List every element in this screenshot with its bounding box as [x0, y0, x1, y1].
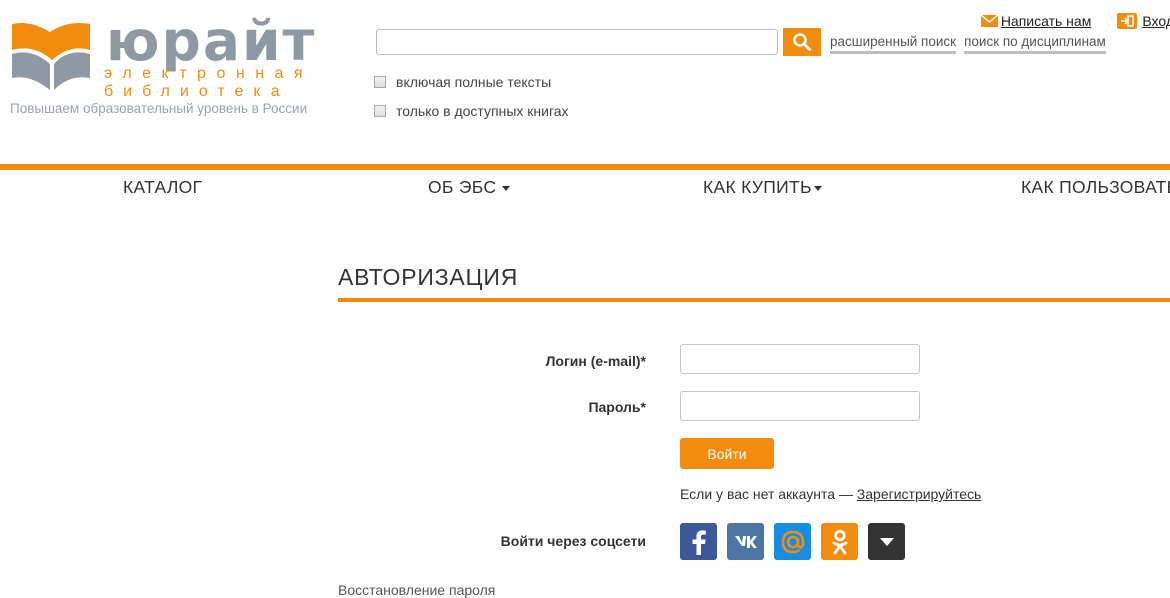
title-divider [338, 298, 1170, 302]
logo-tagline: Повышаем образовательный уровень в Росси… [10, 101, 308, 116]
odnoklassniki-button[interactable] [821, 523, 858, 560]
header-actions: Написать нам Вход [980, 13, 1170, 29]
nav-divider [0, 164, 1170, 170]
nav-item-label: КАК КУПИТЬ [703, 177, 812, 197]
search-input[interactable] [376, 29, 778, 55]
nav-item-how-to-use[interactable]: КАК ПОЛЬЗОВАТЬСЯ [1021, 177, 1170, 198]
write-us-link[interactable]: Написать нам [1001, 13, 1092, 29]
nav-item-about[interactable]: ОБ ЭБС [428, 177, 511, 198]
more-social-button[interactable] [868, 523, 905, 560]
nav-item-how-to-buy[interactable]: КАК КУПИТЬ [703, 177, 822, 198]
magnifier-icon [793, 33, 811, 51]
caret-down-icon [502, 185, 511, 191]
facebook-icon [692, 529, 706, 555]
chevron-down-icon [879, 537, 894, 546]
logo-book-icon [12, 23, 90, 90]
available-books-option[interactable]: только в доступных книгах [374, 103, 569, 119]
social-buttons [680, 523, 905, 560]
envelope-icon [980, 15, 998, 27]
advanced-search-link[interactable]: расширенный поиск [830, 34, 957, 54]
page-title: АВТОРИЗАЦИЯ [338, 264, 519, 290]
login-label: Логин (e-mail)* [545, 353, 646, 369]
sign-in-icon [1117, 13, 1138, 29]
password-label: Пароль* [588, 399, 646, 415]
nav-item-catalog[interactable]: КАТАЛОГ [123, 177, 202, 198]
logo-subtitle-line2: библиотека [104, 83, 290, 100]
login-link[interactable]: Вход [1142, 13, 1170, 29]
discipline-search-link[interactable]: поиск по дисциплинам [964, 34, 1106, 54]
search-links: расширенный поиск поиск по дисциплинам [830, 34, 1114, 54]
vk-button[interactable] [727, 523, 764, 560]
caret-down-icon [813, 185, 822, 191]
nav-item-label: КАК ПОЛЬЗОВАТЬСЯ [1021, 177, 1170, 197]
ok-icon [832, 529, 847, 554]
register-link[interactable]: Зарегистрируйтесь [857, 486, 982, 502]
available-books-label: только в доступных книгах [396, 103, 569, 119]
available-books-checkbox[interactable] [374, 105, 386, 117]
site-logo[interactable]: юрайт электронная библиотека Повышаем об… [8, 9, 360, 122]
no-account-text: Если у вас нет аккаунта — [680, 486, 857, 502]
full-text-checkbox[interactable] [374, 76, 386, 88]
mailru-icon [781, 530, 804, 553]
password-field[interactable] [680, 391, 920, 421]
logo-subtitle-line1: электронная [104, 65, 314, 82]
nav-item-label: ОБ ЭБС [428, 177, 497, 197]
register-row: Если у вас нет аккаунта — Зарегистрируйт… [680, 486, 981, 502]
vk-icon [734, 535, 757, 548]
login-field[interactable] [680, 344, 920, 374]
mailru-button[interactable] [774, 523, 811, 560]
nav-item-label: КАТАЛОГ [123, 177, 203, 197]
full-text-label: включая полные тексты [396, 74, 552, 90]
social-login-label: Войти через соцсети [500, 533, 646, 549]
full-text-option[interactable]: включая полные тексты [374, 74, 551, 90]
search-button[interactable] [783, 28, 821, 56]
facebook-button[interactable] [680, 523, 717, 560]
login-button[interactable]: Войти [680, 438, 774, 469]
